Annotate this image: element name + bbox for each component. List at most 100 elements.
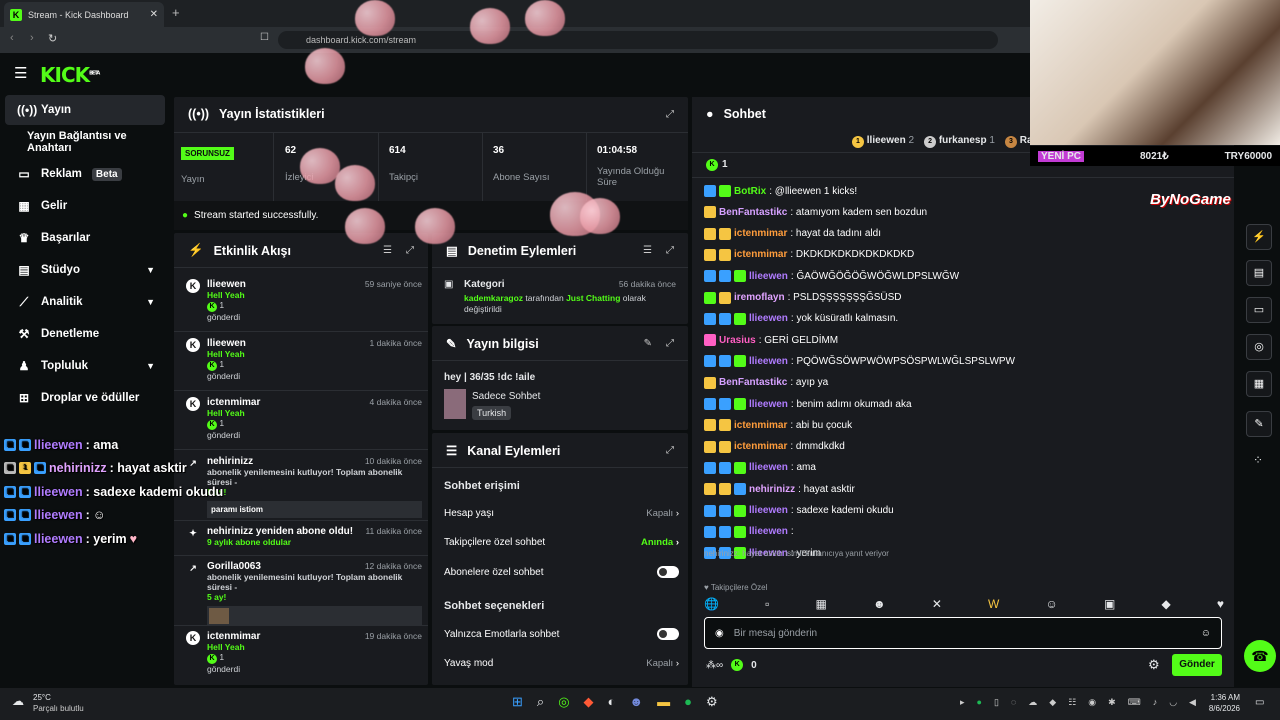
tray-icon[interactable]: ◆: [1049, 697, 1056, 708]
spotify-icon[interactable]: ●: [684, 694, 692, 710]
chat-message[interactable]: llieewen:: [704, 525, 794, 538]
expand-icon[interactable]: ⤢: [666, 109, 674, 120]
top-gifter[interactable]: 1 llieewen 2: [852, 135, 914, 148]
chat-username[interactable]: ictenmimar: [734, 249, 787, 260]
emote[interactable]: ♥: [1217, 597, 1224, 615]
close-tab-icon[interactable]: ✕: [150, 9, 158, 20]
bookmark-icon[interactable]: ☐: [260, 32, 269, 43]
more-icon[interactable]: ⁘: [1253, 453, 1263, 467]
steam-icon[interactable]: ◐: [608, 694, 616, 710]
broadcast-icon[interactable]: ◎: [1246, 334, 1272, 360]
tray-icon[interactable]: ⌨: [1128, 697, 1141, 708]
sidebar-item-yayin[interactable]: ((•)) Yayın: [5, 95, 165, 125]
emote[interactable]: ▫: [765, 597, 769, 615]
sidebar-item-studyo[interactable]: ▤ Stüdyo ▼: [5, 255, 165, 285]
chat-username[interactable]: BotRix: [734, 186, 766, 197]
wifi-icon[interactable]: ◡: [1169, 697, 1177, 708]
sidebar-item-gelir[interactable]: ▦ Gelir: [5, 191, 165, 221]
settings-app-icon[interactable]: ⚙: [706, 694, 718, 710]
edit-icon[interactable]: ✎: [644, 338, 652, 349]
expand-icon[interactable]: ⤢: [666, 445, 674, 456]
chat-message[interactable]: ictenmimar: abi bu çocuk: [704, 419, 852, 432]
chat-message[interactable]: llieewen: sadexe kademi okudu: [704, 504, 894, 517]
chat-username[interactable]: llieewen: [749, 462, 788, 473]
send-button[interactable]: Gönder: [1172, 654, 1222, 676]
notification-icon[interactable]: ▭: [1255, 697, 1264, 708]
expand-icon[interactable]: ⤢: [666, 245, 674, 256]
tray-icon[interactable]: ▸: [960, 697, 965, 708]
clock-date[interactable]: 8/6/2026: [1200, 704, 1240, 713]
microphone-icon[interactable]: ♪: [1153, 697, 1158, 708]
emote[interactable]: ☺: [1046, 597, 1058, 615]
setting-account-age[interactable]: Hesap yaşı Kapalı ›: [444, 508, 679, 519]
emote[interactable]: W: [988, 597, 999, 615]
brave-icon[interactable]: ◆: [584, 694, 594, 710]
menu-icon[interactable]: ☰: [14, 64, 27, 82]
chat-message[interactable]: BenFantastikc: ayıp ya: [704, 376, 828, 389]
expand-icon[interactable]: ⤢: [406, 245, 414, 256]
back-icon[interactable]: ‹: [10, 32, 14, 44]
xbox-icon[interactable]: ◎: [558, 694, 569, 710]
tray-icon[interactable]: ☁: [1028, 697, 1037, 708]
help-button[interactable]: ☎: [1244, 640, 1276, 672]
chat-username[interactable]: llieewen: [749, 526, 788, 537]
clock-time[interactable]: 1:36 AM: [1208, 693, 1240, 702]
chat-message[interactable]: ictenmimar: dmmdkdkd: [704, 440, 845, 453]
emote[interactable]: 🌐: [704, 597, 719, 615]
forward-icon[interactable]: ›: [30, 32, 34, 44]
chat-message[interactable]: ictenmimar: DKDKDKDKDKDKDKDKD: [704, 248, 914, 261]
chat-icon[interactable]: ▭: [1246, 297, 1272, 323]
emote[interactable]: ☻: [873, 597, 886, 615]
chat-message[interactable]: llieewen: ĞAÖWĞÖĞÖĞWÖĞWLDPSLWĞW: [704, 270, 959, 283]
chat-username[interactable]: llieewen: [749, 313, 788, 324]
chat-username[interactable]: nehirinizz: [749, 484, 795, 495]
chat-username[interactable]: BenFantastikc: [719, 207, 787, 218]
expand-icon[interactable]: ⤢: [666, 338, 674, 349]
chat-username[interactable]: llieewen: [749, 399, 788, 410]
list-icon[interactable]: ▦: [1246, 371, 1272, 397]
tray-icon[interactable]: ◉: [1088, 697, 1096, 708]
reload-icon[interactable]: ↻: [48, 32, 57, 45]
chat-message[interactable]: llieewen: benim adımı okumadı aka: [704, 398, 912, 410]
volume-icon[interactable]: ◀: [1189, 697, 1196, 708]
chat-message[interactable]: Urasius: GERİ GELDİMM: [704, 334, 838, 347]
sidebar-item-analitik[interactable]: ⟋ Analitik ▼: [5, 287, 165, 317]
chat-message[interactable]: iremoflayn: PSLDŞŞŞŞŞŞŞĞSÜSD: [704, 291, 902, 304]
setting-followers-only[interactable]: Takipçilere özel sohbet Anında ›: [444, 537, 679, 548]
chat-username[interactable]: ictenmimar: [734, 420, 787, 431]
folder-icon[interactable]: ▬: [657, 694, 670, 710]
top-gifter[interactable]: 2 furkanesp 1: [924, 135, 995, 148]
chat-message[interactable]: llieewen: yok küsüratlı kalmasın.: [704, 312, 898, 325]
windows-start-icon[interactable]: ⊞: [512, 694, 523, 710]
browser-tab[interactable]: K Stream - Kick Dashboard ✕: [4, 2, 164, 27]
chat-message[interactable]: llieewen: PQÖWĞSÖWPWÖWPSÖSPWLWĞLSPSLWPW: [704, 355, 1015, 368]
chat-message[interactable]: llieewen: ama: [704, 461, 816, 474]
tray-icon[interactable]: ☷: [1068, 697, 1076, 708]
users-icon[interactable]: ⁂∞: [706, 660, 723, 671]
chat-input[interactable]: ◉ Bir mesaj gönderin ☺: [704, 617, 1222, 649]
sidebar-item-stream-key[interactable]: Yayın Bağlantısı ve Anahtarı: [5, 127, 173, 157]
new-tab-icon[interactable]: +: [172, 5, 180, 20]
chat-username[interactable]: ictenmimar: [734, 228, 787, 239]
filter-icon[interactable]: ☰: [383, 245, 392, 256]
emote[interactable]: ✕: [932, 597, 942, 615]
setting-slow-mode[interactable]: Yavaş mod Kapalı ›: [444, 658, 679, 669]
filter-icon[interactable]: ☰: [643, 245, 652, 256]
setting-subs-only[interactable]: Abonelere özel sohbet: [444, 566, 679, 578]
tray-icon[interactable]: ◌: [1011, 697, 1016, 708]
discord-icon[interactable]: ☻: [629, 694, 643, 710]
chat-message[interactable]: ictenmimar: hayat da tadını aldı: [704, 227, 881, 240]
sidebar-item-basarilar[interactable]: ♛ Başarılar: [5, 223, 165, 253]
sidebar-item-topluluk[interactable]: ♟ Topluluk ▼: [5, 351, 165, 381]
chat-username[interactable]: llieewen: [749, 505, 788, 516]
chat-message[interactable]: BotRix: @llieewen 1 kicks!: [704, 185, 857, 197]
tray-icon[interactable]: ▯: [994, 697, 999, 708]
chat-message[interactable]: BenFantastikc: atamıyom kadem sen bozdun: [704, 206, 927, 219]
chat-username[interactable]: llieewen: [749, 271, 788, 282]
emoji-icon[interactable]: ☺: [1201, 628, 1211, 639]
tray-icon[interactable]: ✱: [1108, 697, 1116, 708]
emote[interactable]: ▣: [1104, 597, 1115, 615]
chat-username[interactable]: iremoflayn: [734, 292, 785, 303]
lightning-icon[interactable]: ⚡: [1246, 224, 1272, 250]
emote[interactable]: ◆: [1161, 597, 1170, 615]
